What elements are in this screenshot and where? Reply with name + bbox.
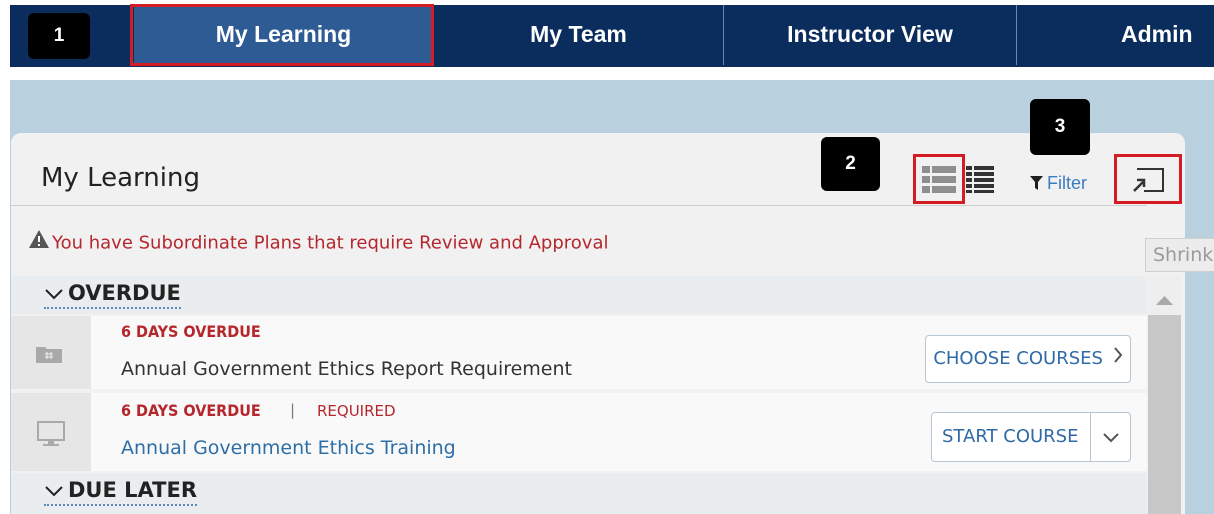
warning-icon <box>28 229 50 258</box>
filter-button[interactable]: Filter <box>1030 170 1087 196</box>
status-separator: | <box>290 401 296 419</box>
scroll-up-arrow-icon[interactable] <box>1156 290 1173 309</box>
section-due-later[interactable]: DUE LATER <box>11 473 1147 514</box>
top-navigation: My Learning My Team Instructor View Admi… <box>10 5 1214 71</box>
shrink-icon[interactable] <box>1131 167 1165 197</box>
tab-instructor-view[interactable]: Instructor View <box>724 5 1017 65</box>
item-icon-column <box>11 393 91 471</box>
overdue-status: 6 DAYS OVERDUE <box>121 401 261 420</box>
tab-my-learning[interactable]: My Learning <box>134 5 434 65</box>
filter-icon <box>1030 171 1043 197</box>
callout-marker-3: 3 <box>1030 99 1090 155</box>
detail-list-view-icon[interactable] <box>922 165 956 197</box>
required-badge: REQUIRED <box>317 402 396 420</box>
start-course-dropdown[interactable] <box>1090 413 1130 461</box>
section-header[interactable]: OVERDUE <box>44 280 181 309</box>
callout-marker-1: 1 <box>28 13 90 59</box>
section-overdue[interactable]: OVERDUE <box>11 276 1147 314</box>
alert-text: You have Subordinate Plans that require … <box>52 232 609 254</box>
item-title: Annual Government Ethics Report Requirem… <box>121 358 572 380</box>
section-title: OVERDUE <box>68 281 181 305</box>
button-label: START COURSE <box>942 426 1079 447</box>
choose-courses-button[interactable]: CHOOSE COURSES <box>925 335 1131 383</box>
course-title-link[interactable]: Annual Government Ethics Training <box>121 437 456 459</box>
monitor-icon <box>36 420 66 452</box>
overdue-status: 6 DAYS OVERDUE <box>121 322 261 341</box>
tab-label: Instructor View <box>787 21 953 47</box>
tab-label: Admin <box>1121 21 1193 47</box>
section-header[interactable]: DUE LATER <box>44 477 197 506</box>
scrollbar-thumb[interactable] <box>1148 315 1181 514</box>
item-icon-column <box>11 316 91 389</box>
tab-admin[interactable]: Admin <box>1017 5 1214 65</box>
section-title: DUE LATER <box>68 478 197 502</box>
chevron-down-icon <box>1102 429 1120 448</box>
callout-marker-2: 2 <box>821 137 880 191</box>
chevron-down-icon <box>44 478 64 504</box>
chevron-down-icon <box>44 281 64 307</box>
chevron-right-icon <box>1113 336 1123 382</box>
tab-label: My Team <box>530 21 627 47</box>
panel-title: My Learning <box>41 163 200 193</box>
tab-label: My Learning <box>215 21 352 47</box>
tab-my-team[interactable]: My Team <box>434 5 724 65</box>
alert-message[interactable]: You have Subordinate Plans that require … <box>28 229 609 257</box>
filter-label: Filter <box>1047 173 1087 193</box>
button-label: CHOOSE COURSES <box>933 348 1103 369</box>
folder-icon <box>36 345 62 367</box>
shrink-tooltip: Shrink <box>1145 238 1214 272</box>
panel-divider <box>11 205 1147 206</box>
compact-list-view-icon[interactable] <box>966 165 996 197</box>
